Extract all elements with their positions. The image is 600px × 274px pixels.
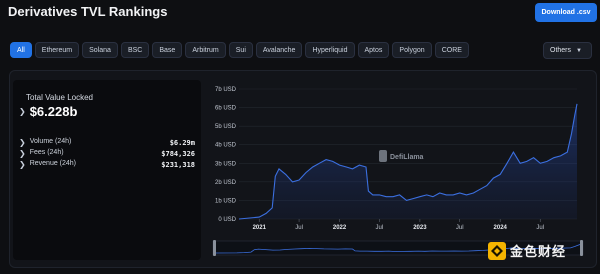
- metric-label: Volume (24h): [29, 138, 72, 145]
- tvl-toggle[interactable]: ❯ $6.228b: [19, 104, 77, 119]
- x-tick-label: 2021: [253, 225, 267, 231]
- tab-hyperliquid[interactable]: Hyperliquid: [305, 42, 355, 58]
- metric-value: $231,318: [161, 160, 195, 169]
- tab-solana[interactable]: Solana: [82, 42, 118, 58]
- tvl-chart-svg: 0 USD 1b USD 2b USD 3b USD 4b USD 5b USD 6b US…: [212, 87, 584, 256]
- tvl-label: Total Value Locked: [26, 93, 94, 102]
- llama-logo-icon: [379, 150, 387, 162]
- metric-label: Revenue (24h): [29, 160, 77, 167]
- y-tick-label: 4b USD: [215, 143, 237, 149]
- y-tick-label: 3b USD: [215, 161, 237, 167]
- tab-bsc[interactable]: BSC: [120, 42, 150, 58]
- watermark-text: DefiLlama: [390, 154, 424, 161]
- source-badge-text: 金色财经: [510, 245, 567, 260]
- stats-panel: Total Value Locked ❯ $6.228b ❯ Volume (24…: [13, 80, 201, 260]
- x-tick-label: Jul: [456, 225, 464, 231]
- tab-arbitrum[interactable]: Arbitrum: [185, 42, 226, 58]
- x-tick-label: Jul: [295, 225, 303, 231]
- x-tick-label: 2024: [494, 225, 508, 231]
- tab-polygon[interactable]: Polygon: [392, 42, 432, 58]
- y-tick-label: 5b USD: [215, 124, 237, 130]
- brush-handle-left[interactable]: [213, 240, 216, 256]
- defillama-watermark: DefiLlama: [379, 150, 424, 162]
- x-tick-label: Jul: [536, 225, 544, 231]
- jinse-logo-icon: [488, 241, 506, 260]
- metric-value: $784,326: [161, 149, 195, 158]
- chain-filter-tabs: All Ethereum Solana BSC Base Arbitrum Sui Avala…: [10, 42, 469, 58]
- chevron-right-icon: ❯: [19, 160, 26, 169]
- y-tick-label: 1b USD: [215, 198, 237, 204]
- tvl-value: $6.228b: [29, 104, 78, 119]
- others-dropdown-label: Others: [550, 47, 572, 54]
- tab-all[interactable]: All: [10, 42, 32, 58]
- page-title: Derivatives TVL Rankings: [8, 4, 168, 19]
- x-tick-label: Jul: [376, 225, 384, 231]
- metric-label: Fees (24h): [29, 149, 64, 156]
- tab-base[interactable]: Base: [152, 42, 183, 58]
- x-tick-label: 2022: [333, 225, 347, 231]
- metric-value: $6.29m: [169, 138, 195, 147]
- x-tick-label: 2023: [413, 225, 427, 231]
- chevron-right-icon: ❯: [19, 138, 26, 147]
- chevron-right-icon: ❯: [19, 149, 26, 158]
- metric-volume[interactable]: ❯ Volume (24h) $6.29m: [19, 138, 195, 147]
- metric-fees[interactable]: ❯ Fees (24h) $784,326: [19, 149, 195, 158]
- brush-handle-right[interactable]: [580, 240, 583, 256]
- y-tick-label: 7b USD: [215, 87, 237, 93]
- download-csv-button[interactable]: Download .csv: [535, 3, 597, 22]
- chevron-down-icon: ▼: [576, 47, 582, 54]
- tab-core[interactable]: CORE: [434, 42, 469, 58]
- metric-revenue[interactable]: ❯ Revenue (24h) $231,318: [19, 160, 195, 169]
- others-dropdown[interactable]: Others ▼: [543, 42, 592, 59]
- chevron-right-icon: ❯: [19, 107, 26, 116]
- tab-aptos[interactable]: Aptos: [357, 42, 390, 58]
- y-tick-label: 0 USD: [218, 217, 236, 223]
- tab-avalanche[interactable]: Avalanche: [255, 42, 303, 58]
- tvl-chart[interactable]: 0 USD 1b USD 2b USD 3b USD 4b USD 5b USD 6b US…: [205, 80, 593, 260]
- tab-sui[interactable]: Sui: [228, 42, 253, 58]
- y-tick-label: 2b USD: [215, 180, 237, 186]
- y-tick-label: 6b USD: [215, 106, 237, 112]
- tab-ethereum[interactable]: Ethereum: [34, 42, 80, 58]
- source-badge: 金色财经: [488, 241, 566, 260]
